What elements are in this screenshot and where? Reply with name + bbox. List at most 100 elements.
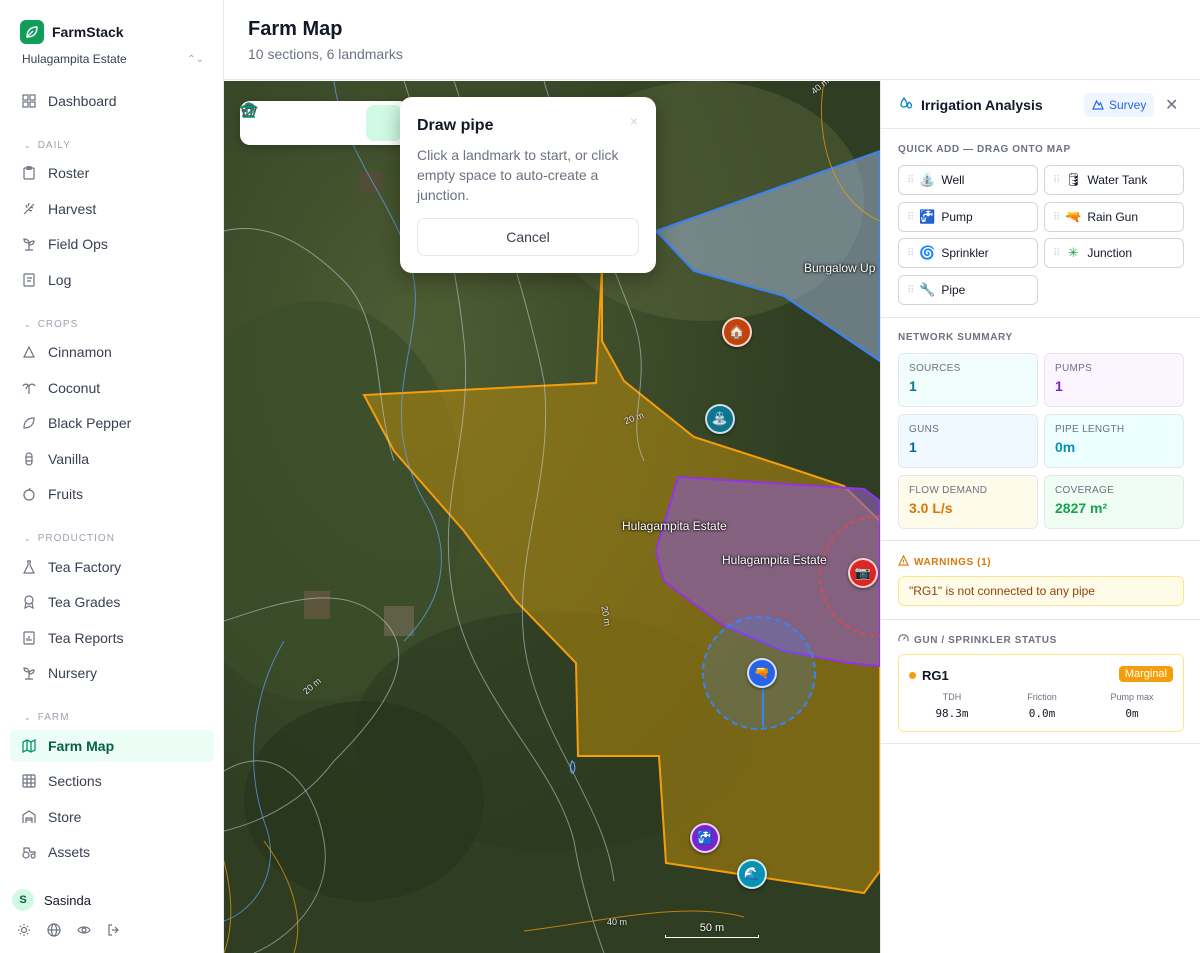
- wheat-icon: [22, 202, 36, 216]
- nav-cinnamon[interactable]: Cinnamon: [10, 336, 214, 368]
- user-profile[interactable]: S Sasinda: [12, 889, 91, 911]
- grip-icon: ⠿: [907, 284, 914, 296]
- avatar: S: [12, 889, 34, 911]
- mountain-icon: [1092, 98, 1104, 113]
- flower-icon: [22, 452, 36, 466]
- quick-add-label: QUICK ADD — DRAG ONTO MAP: [898, 144, 1071, 155]
- nav-group-production[interactable]: ⌄ PRODUCTION: [24, 533, 115, 544]
- nav-tea-factory[interactable]: Tea Factory: [10, 551, 214, 583]
- stat-value: 0m: [1055, 439, 1076, 455]
- stat-label: PUMPS: [1055, 363, 1093, 374]
- nav-farm-map[interactable]: Farm Map: [10, 730, 214, 762]
- nav-nursery[interactable]: Nursery: [10, 657, 214, 689]
- quick-add-label-text: Sprinkler: [941, 246, 989, 260]
- quick-add-sprinkler[interactable]: ⠿ 🌀 Sprinkler: [898, 238, 1038, 268]
- survey-label: Survey: [1109, 98, 1147, 112]
- close-icon[interactable]: ×: [630, 113, 638, 129]
- quick-add-label-text: Pump: [941, 210, 973, 224]
- pump-marker[interactable]: 🚰: [690, 823, 720, 853]
- nav-log[interactable]: Log: [10, 264, 214, 296]
- bungalow-marker[interactable]: 🏠: [722, 317, 752, 347]
- cancel-button[interactable]: Cancel: [417, 218, 639, 256]
- draw-tool-button[interactable]: [242, 103, 362, 141]
- metric-label: TDH: [942, 692, 962, 702]
- map-canvas[interactable]: Bungalow Up Hulagampita Estate Hulagampi…: [224, 81, 880, 953]
- nav-label: Log: [48, 272, 72, 288]
- grip-icon: ⠿: [907, 211, 914, 223]
- nav-group-daily[interactable]: ⌄ DAILY: [24, 140, 71, 151]
- nav-label: Nursery: [48, 665, 98, 681]
- nav-label: Roster: [48, 165, 90, 181]
- stat-label: GUNS: [909, 424, 940, 435]
- nav-harvest[interactable]: Harvest: [10, 193, 214, 225]
- quick-add-well[interactable]: ⠿ ⛲ Well: [898, 165, 1038, 195]
- status-header: GUN / SPRINKLER STATUS: [898, 633, 1057, 647]
- rain-gun-icon: 🔫: [753, 665, 771, 680]
- nav-fruits[interactable]: Fruits: [10, 478, 214, 510]
- popover-body: Click a landmark to start, or click empt…: [417, 147, 619, 203]
- quick-add-junction[interactable]: ⠿ ✳ Junction: [1044, 238, 1184, 268]
- nav-tea-reports[interactable]: Tea Reports: [10, 622, 214, 654]
- status-dot: [909, 672, 916, 679]
- nav-label: Store: [48, 809, 82, 825]
- rain-gun-marker[interactable]: 🔫: [747, 658, 777, 688]
- quick-add-rain-gun[interactable]: ⠿ 🔫 Rain Gun: [1044, 202, 1184, 232]
- metric-label: Pump max: [1110, 692, 1154, 702]
- nav-assets[interactable]: Assets: [10, 836, 214, 868]
- nav-roster[interactable]: Roster: [10, 157, 214, 189]
- triangle-icon: [22, 345, 36, 359]
- award-icon: [22, 595, 36, 609]
- stat-label: SOURCES: [909, 363, 961, 374]
- quick-add-pump[interactable]: ⠿ 🚰 Pump: [898, 202, 1038, 232]
- droplets-icon: [899, 96, 913, 113]
- nav-group-label: CROPS: [37, 319, 79, 330]
- chevron-down-icon: ⌄: [24, 713, 32, 722]
- polygon-tool-button[interactable]: [241, 102, 322, 141]
- stat-pipe-length: PIPE LENGTH 0m: [1044, 414, 1184, 468]
- nav-black-pepper[interactable]: Black Pepper: [10, 407, 214, 439]
- well-marker[interactable]: ⛲: [705, 404, 735, 434]
- draw-pipe-popover: Draw pipe Click a landmark to start, or …: [400, 97, 656, 273]
- nav-field-ops[interactable]: Field Ops: [10, 228, 214, 260]
- eye-icon[interactable]: [76, 922, 92, 938]
- nav-label: Cinnamon: [48, 344, 112, 360]
- gun-status-card[interactable]: RG1 Marginal TDH 98.3m Friction 0.0m Pump …: [898, 654, 1184, 732]
- gun-metric-pump-max: Pump max 0m: [1092, 692, 1172, 720]
- logout-icon[interactable]: [106, 922, 122, 938]
- nav-label: Tea Grades: [48, 594, 121, 610]
- stat-label: COVERAGE: [1055, 485, 1115, 496]
- house-icon: 🏠: [728, 324, 746, 339]
- panel-title: Irrigation Analysis: [899, 96, 1043, 113]
- nav-tea-grades[interactable]: Tea Grades: [10, 586, 214, 618]
- quick-add-water-tank[interactable]: ⠿ 🛢 Water Tank: [1044, 165, 1184, 195]
- rain-gun-icon: 🔫: [1065, 209, 1082, 224]
- survey-button[interactable]: Survey: [1084, 93, 1155, 117]
- well-icon: ⛲: [919, 172, 936, 187]
- nav-group-crops[interactable]: ⌄ CROPS: [24, 319, 78, 330]
- nav-store[interactable]: Store: [10, 801, 214, 833]
- nav-sections[interactable]: Sections: [10, 765, 214, 797]
- brand[interactable]: FarmStack: [20, 20, 124, 44]
- nav-label: Field Ops: [48, 236, 108, 252]
- water-source-marker[interactable]: 🌊: [737, 859, 767, 889]
- landmark-tool-button[interactable]: [240, 102, 402, 141]
- quick-add-pipe[interactable]: ⠿ 🔧 Pipe: [898, 275, 1038, 305]
- close-icon[interactable]: ✕: [1165, 95, 1178, 115]
- notebook-icon: [22, 273, 36, 287]
- brand-name: FarmStack: [52, 24, 124, 40]
- palm-tree-icon: [22, 381, 36, 395]
- nav-dashboard[interactable]: Dashboard: [10, 85, 214, 117]
- globe-icon[interactable]: [46, 922, 62, 938]
- estate-select[interactable]: Hulagampita Estate ⌃⌄: [22, 52, 204, 66]
- camera-icon: 📷: [854, 565, 872, 580]
- nav-vanilla[interactable]: Vanilla: [10, 443, 214, 475]
- sun-icon[interactable]: [16, 922, 32, 938]
- sprinkler-icon: 🌀: [919, 245, 936, 260]
- report-icon: [22, 631, 36, 645]
- nav-group-farm[interactable]: ⌄ FARM: [24, 712, 69, 723]
- nav-coconut[interactable]: Coconut: [10, 372, 214, 404]
- grip-icon: ⠿: [1053, 174, 1060, 186]
- water-tank-icon: 🛢: [1065, 172, 1082, 187]
- metric-value: 0.0m: [1028, 707, 1056, 720]
- camera-marker[interactable]: 📷: [848, 558, 878, 588]
